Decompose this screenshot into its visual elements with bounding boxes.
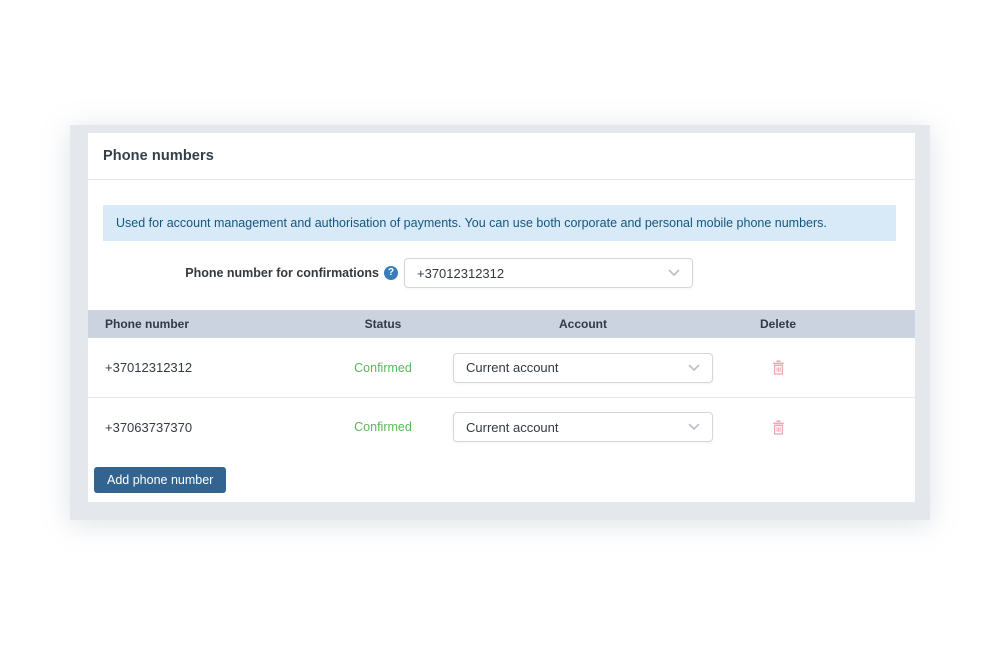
account-cell: Current account xyxy=(438,412,728,442)
add-phone-number-button[interactable]: Add phone number xyxy=(94,467,226,493)
account-select[interactable]: Current account xyxy=(453,353,713,383)
status-badge: Confirmed xyxy=(328,361,438,375)
info-banner: Used for account management and authoris… xyxy=(103,205,896,241)
panel-frame: Phone numbers Used for account managemen… xyxy=(70,125,930,520)
status-badge: Confirmed xyxy=(328,420,438,434)
header-phone-number: Phone number xyxy=(88,317,328,331)
page: Phone numbers Used for account managemen… xyxy=(0,0,1000,648)
delete-button[interactable] xyxy=(769,357,788,378)
trash-icon xyxy=(771,419,786,436)
confirmation-phone-select[interactable]: +37012312312 xyxy=(404,258,693,288)
account-select-value: Current account xyxy=(466,360,559,375)
delete-cell xyxy=(728,417,828,438)
account-select[interactable]: Current account xyxy=(453,412,713,442)
confirmation-phone-select-value: +37012312312 xyxy=(417,266,504,281)
chevron-down-icon xyxy=(668,269,680,277)
account-select-value: Current account xyxy=(466,420,559,435)
delete-button[interactable] xyxy=(769,417,788,438)
help-icon[interactable]: ? xyxy=(384,266,398,280)
confirmation-row: Phone number for confirmations ? +370123… xyxy=(103,258,896,288)
account-cell: Current account xyxy=(438,353,728,383)
header-delete: Delete xyxy=(728,317,828,331)
chevron-down-icon xyxy=(688,364,700,372)
delete-cell xyxy=(728,357,828,378)
trash-icon xyxy=(771,359,786,376)
confirmation-label-group: Phone number for confirmations ? xyxy=(103,266,398,280)
info-banner-text: Used for account management and authoris… xyxy=(116,216,827,230)
confirmation-label: Phone number for confirmations xyxy=(185,266,379,280)
chevron-down-icon xyxy=(688,423,700,431)
phone-numbers-table: Phone number Status Account Delete +3701… xyxy=(88,310,915,456)
header-account: Account xyxy=(438,317,728,331)
table-header-row: Phone number Status Account Delete xyxy=(88,310,915,338)
table-row: +37063737370 Confirmed Current account xyxy=(88,398,915,456)
header-status: Status xyxy=(328,317,438,331)
phone-numbers-card: Phone numbers Used for account managemen… xyxy=(88,133,915,502)
phone-number-cell: +37063737370 xyxy=(88,420,328,435)
table-row: +37012312312 Confirmed Current account xyxy=(88,338,915,398)
page-title: Phone numbers xyxy=(103,148,214,164)
card-title-bar: Phone numbers xyxy=(88,133,915,180)
phone-number-cell: +37012312312 xyxy=(88,360,328,375)
